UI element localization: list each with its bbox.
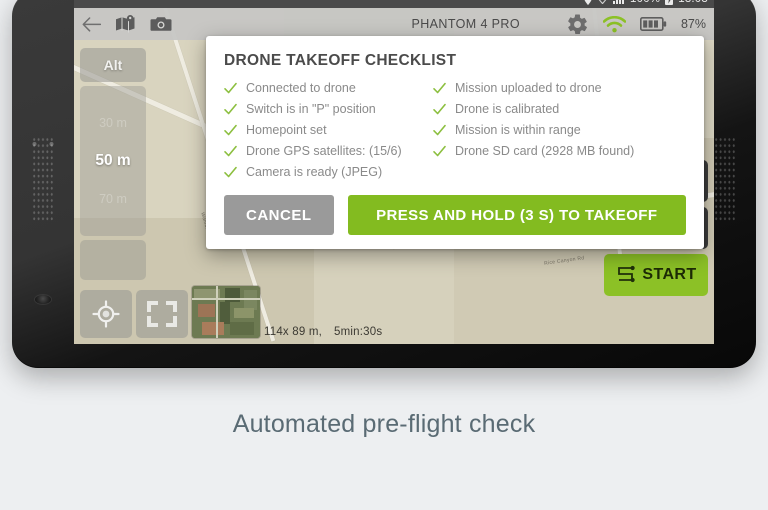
- altitude-option[interactable]: 70 m: [99, 192, 127, 206]
- wifi-icon: [597, 0, 608, 4]
- camera-icon[interactable]: [150, 16, 172, 32]
- dialog-title: DRONE TAKEOFF CHECKLIST: [224, 52, 457, 69]
- map-controls: [80, 286, 260, 338]
- check-icon: [433, 82, 446, 95]
- checklist-item: Drone is calibrated: [433, 102, 686, 116]
- tablet-screen: Walnut Ave Lincoln Blvd Rice Canyon Rd P…: [74, 0, 714, 344]
- altitude-panel-footer[interactable]: [80, 240, 146, 280]
- save-button-label: SAVE: [634, 219, 678, 236]
- sensor-dots: [32, 142, 54, 146]
- check-icon: [224, 166, 237, 179]
- side-action-buttons: RESET SAVE START: [604, 160, 708, 296]
- dialog-actions: CANCEL PRESS AND HOLD (3 S) TO TAKEOFF: [224, 195, 686, 235]
- altitude-label: Alt: [80, 48, 146, 82]
- checklist-label: Connected to drone: [246, 81, 356, 95]
- check-icon: [224, 103, 237, 116]
- takeoff-checklist-dialog: DRONE TAKEOFF CHECKLIST Connected to dro…: [206, 36, 704, 249]
- reset-button[interactable]: RESET: [604, 160, 708, 202]
- start-button-label: START: [642, 266, 697, 283]
- checklist-label: Homepoint set: [246, 123, 327, 137]
- checklist-label: Camera is ready (JPEG): [246, 165, 383, 179]
- check-icon: [224, 145, 237, 158]
- altitude-option[interactable]: 30 m: [99, 116, 127, 130]
- battery-icon: [639, 17, 667, 31]
- speaker-grille-left: [32, 136, 54, 222]
- checklist-grid: Connected to drone Mission uploaded to d…: [224, 81, 686, 179]
- check-icon: [433, 103, 446, 116]
- checklist-item: Mission uploaded to drone: [433, 81, 686, 95]
- status-clock: 13:03: [678, 0, 708, 5]
- checklist-item: Homepoint set: [224, 123, 429, 137]
- altitude-option-selected[interactable]: 50 m: [95, 152, 130, 170]
- map-canvas[interactable]: Walnut Ave Lincoln Blvd Rice Canyon Rd: [74, 0, 714, 344]
- waypoint-path-icon: [615, 265, 636, 285]
- reset-button-label: RESET: [628, 172, 684, 189]
- check-icon: [224, 124, 237, 137]
- check-icon: [224, 82, 237, 95]
- start-button[interactable]: START: [604, 254, 708, 296]
- save-button[interactable]: SAVE: [604, 207, 708, 249]
- press-and-hold-takeoff-button[interactable]: PRESS AND HOLD (3 S) TO TAKEOFF: [347, 195, 686, 235]
- app-toolbar: PHANTOM 4 PRO 87%: [74, 8, 714, 40]
- checklist-label: Drone GPS satellites: (15/6): [246, 144, 402, 158]
- front-camera-icon: [35, 295, 51, 304]
- mission-info: 114x 89 m, 5min:30s: [264, 326, 382, 338]
- satellite-layer-thumbnail[interactable]: [192, 286, 260, 338]
- tablet-right-bezel: [694, 0, 756, 368]
- drone-battery-percent: 87%: [680, 17, 706, 31]
- fit-bounds-icon[interactable]: [136, 290, 188, 338]
- wifi-icon: [602, 15, 626, 33]
- tablet-device-frame: Walnut Ave Lincoln Blvd Rice Canyon Rd P…: [12, 0, 756, 368]
- check-icon: [433, 145, 446, 158]
- gear-icon[interactable]: [566, 13, 589, 36]
- checklist-item: Connected to drone: [224, 81, 429, 95]
- page-caption: Automated pre-flight check: [232, 410, 536, 438]
- back-arrow-icon[interactable]: [82, 16, 101, 32]
- mission-duration: 5min:30s: [334, 326, 383, 338]
- checklist-item: Mission is within range: [433, 123, 686, 137]
- tablet-left-bezel: [12, 0, 74, 368]
- android-status-bar: 100% 13:03: [74, 0, 714, 8]
- altitude-picker[interactable]: 30 m 50 m 70 m: [80, 86, 146, 236]
- map-pin-icon[interactable]: [115, 15, 136, 33]
- checklist-label: Drone is calibrated: [455, 102, 560, 116]
- check-icon: [433, 124, 446, 137]
- checklist-label: Mission uploaded to drone: [455, 81, 602, 95]
- checklist-item: Camera is ready (JPEG): [224, 165, 429, 179]
- screenshot-root: Walnut Ave Lincoln Blvd Rice Canyon Rd P…: [0, 0, 768, 510]
- checklist-label: Drone SD card (2928 MB found): [455, 144, 635, 158]
- checklist-item: Drone SD card (2928 MB found): [433, 144, 686, 158]
- status-battery-percent: 100%: [630, 0, 660, 5]
- locate-crosshair-icon[interactable]: [80, 290, 132, 338]
- connected-drone-title: PHANTOM 4 PRO: [411, 17, 520, 31]
- location-icon: [584, 0, 592, 5]
- mission-dimensions: 114x 89 m,: [264, 326, 323, 338]
- cancel-button[interactable]: CANCEL: [224, 195, 334, 235]
- charging-icon: [665, 0, 674, 5]
- altitude-panel: Alt 30 m 50 m 70 m: [80, 48, 146, 280]
- speaker-grille-right: [714, 136, 736, 222]
- checklist-label: Switch is in "P" position: [246, 102, 376, 116]
- checklist-item: Switch is in "P" position: [224, 102, 429, 116]
- checklist-label: Mission is within range: [455, 123, 581, 137]
- checklist-item: Drone GPS satellites: (15/6): [224, 144, 429, 158]
- drone-takeoff-icon: [656, 178, 714, 217]
- signal-icon: [613, 0, 625, 4]
